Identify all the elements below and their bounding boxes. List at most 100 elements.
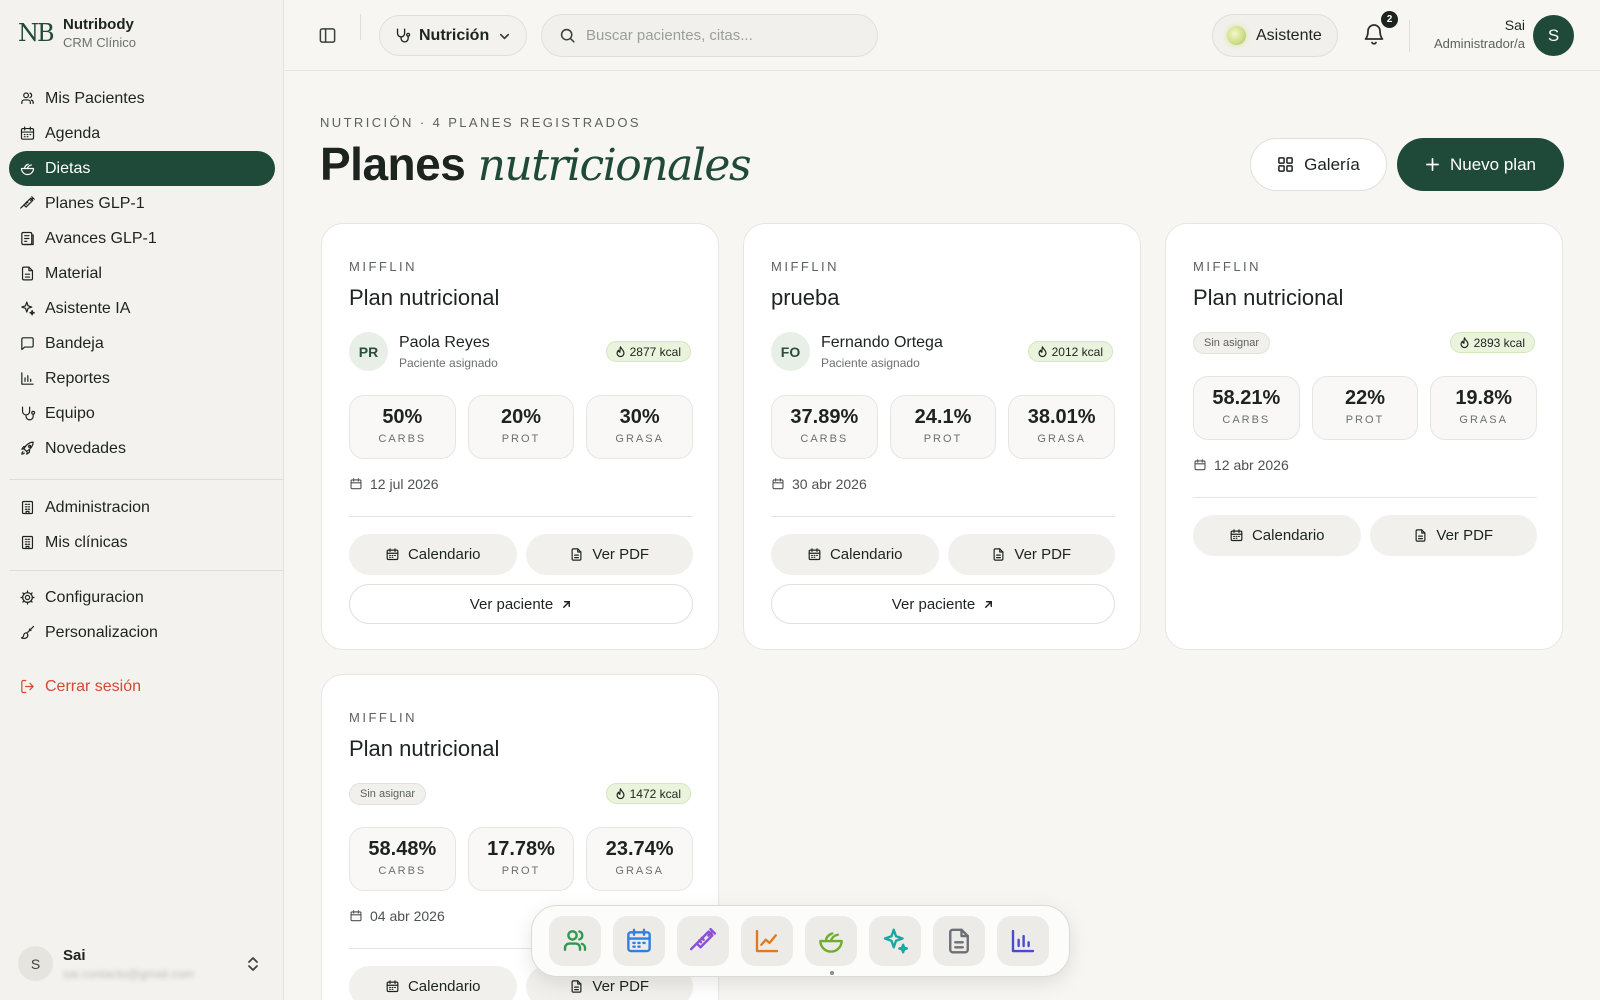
- dock-line-chart-button[interactable]: [741, 916, 793, 966]
- plan-date-value: 12 abr 2026: [1214, 457, 1289, 473]
- patient-info: FO Fernando Ortega Paciente asignado: [771, 332, 943, 371]
- calendar-icon: [19, 125, 36, 142]
- plan-card[interactable]: MIFFLIN Plan nutricional PR Paola Reyes Paci…: [321, 223, 719, 650]
- avatar[interactable]: S: [1533, 15, 1574, 56]
- sidebar-item-label: Bandeja: [45, 334, 104, 352]
- search-bar[interactable]: [541, 14, 878, 57]
- document-icon: [1413, 528, 1428, 543]
- brand[interactable]: NB Nutribody CRM Clínico: [18, 16, 136, 50]
- sidebar-item-novedades[interactable]: Novedades: [9, 431, 275, 466]
- assistant-button[interactable]: Asistente: [1212, 14, 1338, 57]
- view-pdf-button[interactable]: Ver PDF: [947, 534, 1115, 575]
- sidebar-toggle-icon[interactable]: [318, 26, 337, 45]
- macro-label: CARBS: [1222, 414, 1271, 426]
- macro-grasa: 19.8% GRASA: [1430, 376, 1538, 440]
- view-pdf-label: Ver PDF: [592, 978, 650, 995]
- document-icon: [569, 547, 584, 562]
- calendar-button[interactable]: Calendario: [349, 534, 517, 575]
- sidebar-item-configuracion[interactable]: Configuracion: [9, 580, 275, 615]
- topbar-user[interactable]: Sai Administrador/a: [1415, 17, 1525, 51]
- assistant-orb-icon: [1227, 26, 1246, 45]
- sidebar-item-label: Novedades: [45, 439, 126, 457]
- sidebar-item-asistente-ia[interactable]: Asistente IA: [9, 291, 275, 326]
- sidebar-item-cerrar-sesion[interactable]: Cerrar sesión: [9, 669, 275, 704]
- chevron-up-down-icon[interactable]: [246, 956, 260, 972]
- card-divider: [349, 516, 693, 517]
- sidebar-item-planes-glp-1[interactable]: Planes GLP-1: [9, 186, 275, 221]
- user-email: sai.contacto@gmail.com: [63, 966, 194, 981]
- macro-stats: 58.48% CARBS 17.78% PROT 23.74% GRASA: [349, 827, 694, 891]
- bell-icon[interactable]: [1363, 22, 1385, 46]
- calendar-button[interactable]: Calendario: [771, 534, 939, 575]
- plan-date: 12 abr 2026: [1193, 457, 1289, 473]
- logout-icon: [19, 678, 36, 695]
- module-select[interactable]: Nutrición: [379, 15, 527, 56]
- sidebar-user-menu[interactable]: S Sai sai.contacto@gmail.com: [18, 946, 268, 981]
- macro-label: CARBS: [800, 433, 849, 445]
- calendar-button[interactable]: Calendario: [1193, 515, 1361, 556]
- macro-grasa: 38.01% GRASA: [1008, 395, 1116, 459]
- app-dock: [531, 905, 1070, 977]
- macro-carbs: 50% CARBS: [349, 395, 456, 459]
- brand-subtitle: CRM Clínico: [63, 35, 136, 50]
- sidebar-item-equipo[interactable]: Equipo: [9, 396, 275, 431]
- calendar-icon: [1229, 528, 1244, 543]
- plan-date: 30 abr 2026: [771, 476, 867, 492]
- sidebar-item-bandeja[interactable]: Bandeja: [9, 326, 275, 361]
- sidebar-item-personalizacion[interactable]: Personalizacion: [9, 615, 275, 650]
- patient-avatar: PR: [349, 332, 388, 371]
- dock-bar-chart-button[interactable]: [997, 916, 1049, 966]
- plan-card[interactable]: MIFFLIN prueba FO Fernando Ortega Paciente a…: [743, 223, 1141, 650]
- unassigned-badge: Sin asignar: [1193, 332, 1271, 354]
- macro-label: PROT: [923, 433, 963, 445]
- topbar-user-name: Sai: [1504, 17, 1525, 33]
- plan-method: MIFFLIN: [349, 259, 418, 274]
- flame-icon: [615, 345, 626, 358]
- macro-label: GRASA: [1037, 433, 1086, 445]
- calendar-icon: [807, 547, 822, 562]
- gallery-button[interactable]: Galería: [1250, 138, 1387, 191]
- dock-salad-bowl-button[interactable]: [805, 916, 857, 966]
- calendar-button[interactable]: Calendario: [349, 966, 517, 1000]
- sidebar-item-mis-clinicas[interactable]: Mis clínicas: [9, 525, 275, 560]
- macro-value: 22%: [1344, 387, 1386, 409]
- brand-logo: NB: [18, 19, 55, 47]
- view-patient-button[interactable]: Ver paciente: [349, 584, 693, 624]
- macro-stats: 50% CARBS 20% PROT 30% GRASA: [349, 395, 694, 459]
- view-patient-button[interactable]: Ver paciente: [771, 584, 1115, 624]
- search-input[interactable]: [586, 27, 856, 44]
- dock-syringe-button[interactable]: [677, 916, 729, 966]
- plan-title: Plan nutricional: [1193, 285, 1344, 310]
- view-pdf-button[interactable]: Ver PDF: [1369, 515, 1537, 556]
- view-pdf-button[interactable]: Ver PDF: [525, 534, 693, 575]
- sparkles-icon: [880, 926, 910, 956]
- plan-date-value: 12 jul 2026: [370, 476, 439, 492]
- patient-name: Fernando Ortega: [821, 333, 943, 351]
- dock-users-button[interactable]: [549, 916, 601, 966]
- sidebar-divider: [9, 570, 284, 571]
- stethoscope-icon: [19, 405, 36, 422]
- sidebar-item-reportes[interactable]: Reportes: [9, 361, 275, 396]
- document-icon: [991, 547, 1006, 562]
- sidebar-item-agenda[interactable]: Agenda: [9, 116, 275, 151]
- sidebar-item-mis-pacientes[interactable]: Mis Pacientes: [9, 81, 275, 116]
- bar-chart-icon: [1008, 926, 1038, 956]
- kcal-value: 2877 kcal: [629, 344, 681, 359]
- dock-document-button[interactable]: [933, 916, 985, 966]
- sidebar-item-dietas[interactable]: Dietas: [9, 151, 275, 186]
- document-icon: [19, 265, 36, 282]
- line-chart-icon: [752, 926, 782, 956]
- sidebar-item-label: Personalizacion: [45, 623, 158, 641]
- macro-grasa: 23.74% GRASA: [586, 827, 694, 891]
- sidebar-item-material[interactable]: Material: [9, 256, 275, 291]
- plan-method: MIFFLIN: [771, 259, 840, 274]
- new-plan-button[interactable]: Nuevo plan: [1397, 138, 1564, 191]
- page-title: Planes nutricionales: [320, 137, 752, 191]
- dock-sparkles-button[interactable]: [869, 916, 921, 966]
- sidebar-item-avances-glp-1[interactable]: Avances GLP-1: [9, 221, 275, 256]
- sidebar-item-label: Mis clínicas: [45, 533, 128, 551]
- plan-card[interactable]: MIFFLIN Plan nutricional Sin asignar 2893 k…: [1165, 223, 1563, 650]
- syringe-icon: [688, 926, 718, 956]
- sidebar-item-administracion[interactable]: Administracion: [9, 490, 275, 525]
- dock-calendar-button[interactable]: [613, 916, 665, 966]
